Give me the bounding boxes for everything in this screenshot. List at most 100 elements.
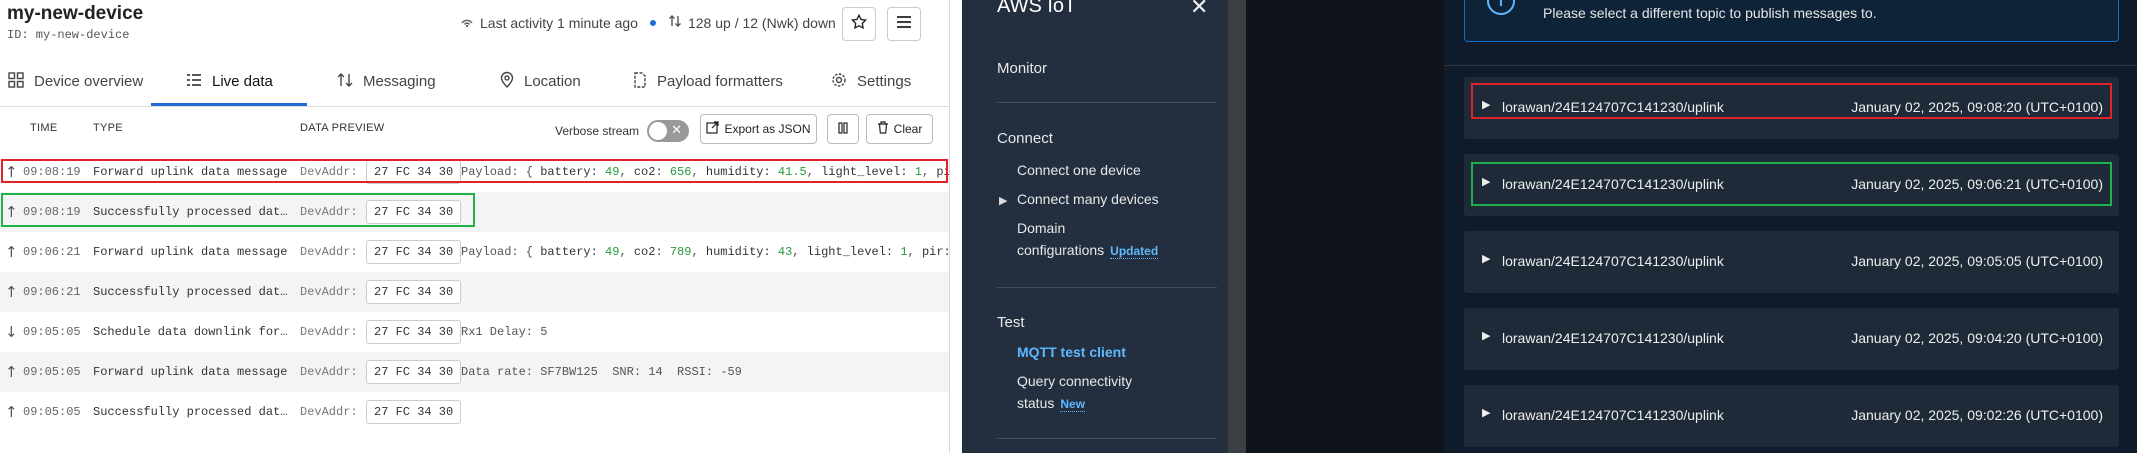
signal-icon bbox=[460, 15, 474, 31]
uplink-arrow-icon: ↑ bbox=[5, 363, 18, 381]
mqtt-message-item[interactable]: ▶ lorawan/24E124707C141230/uplink Januar… bbox=[1464, 77, 2119, 139]
info-alert: i Please select a different topic to pub… bbox=[1464, 0, 2119, 42]
menu-button[interactable] bbox=[887, 7, 921, 41]
column-header-time: TIME bbox=[30, 122, 58, 134]
active-tab-indicator bbox=[151, 103, 307, 106]
caret-right-icon: ▶ bbox=[1482, 253, 1491, 265]
tab-label: Device overview bbox=[34, 73, 144, 90]
nav-monitor[interactable]: Monitor bbox=[997, 60, 1047, 77]
devaddr-label: DevAddr: bbox=[300, 245, 358, 259]
tab-messaging[interactable]: Messaging bbox=[337, 57, 436, 106]
divider bbox=[1444, 65, 2137, 66]
gear-icon bbox=[831, 72, 847, 92]
close-icon: ✕ bbox=[671, 122, 683, 137]
highlight-box-green bbox=[1471, 162, 2112, 206]
uplink-arrow-icon: ↑ bbox=[5, 283, 18, 301]
devaddr-label: DevAddr: bbox=[300, 285, 358, 299]
pause-icon bbox=[837, 121, 849, 137]
verbose-toggle[interactable]: ✕ bbox=[647, 120, 690, 142]
nav-domain-configurations[interactable]: Domain configurations Updated bbox=[1017, 217, 1167, 262]
uplink-arrow-icon: ↑ bbox=[5, 243, 18, 261]
tab-label: Messaging bbox=[363, 73, 436, 90]
highlight-box-green bbox=[1, 193, 475, 227]
nav-label: Domain configurations bbox=[1017, 220, 1105, 258]
nav-section-test: Test bbox=[997, 314, 1025, 331]
row-type: Forward uplink data message bbox=[93, 365, 288, 379]
star-icon bbox=[850, 13, 868, 36]
close-icon[interactable]: ✕ bbox=[1190, 0, 1208, 20]
column-header-preview: DATA PREVIEW bbox=[300, 122, 385, 134]
mqtt-message-item[interactable]: ▶ lorawan/24E124707C141230/uplink Januar… bbox=[1464, 308, 2119, 370]
mqtt-message-item[interactable]: ▶ lorawan/24E124707C141230/uplink Januar… bbox=[1464, 385, 2119, 447]
message-topic: lorawan/24E124707C141230/uplink bbox=[1502, 407, 1724, 423]
star-button[interactable] bbox=[842, 7, 876, 41]
traffic-count: 128 up / 12 (Nwk) down bbox=[687, 14, 836, 31]
row-time: 09:06:21 bbox=[23, 285, 81, 299]
mqtt-message-item[interactable]: ▶ lorawan/24E124707C141230/uplink Januar… bbox=[1464, 154, 2119, 216]
nav-query-connectivity-status[interactable]: Query connectivity status New bbox=[1017, 370, 1167, 415]
devaddr-value: 27 FC 34 30 bbox=[366, 280, 462, 304]
highlight-box-red bbox=[1, 159, 948, 183]
nav-mqtt-test-client[interactable]: MQTT test client bbox=[1017, 341, 1217, 363]
updown-icon bbox=[668, 14, 682, 31]
caret-right-icon: ▶ bbox=[1482, 330, 1491, 342]
export-json-button[interactable]: Export as JSON bbox=[700, 114, 817, 144]
message-timestamp: January 02, 2025, 09:05:05 (UTC+0100) bbox=[1851, 253, 2103, 269]
devaddr-label: DevAddr: bbox=[300, 325, 358, 339]
devaddr-value: 27 FC 34 30 bbox=[366, 320, 462, 344]
pin-icon bbox=[500, 71, 514, 92]
info-text: Please select a different topic to publi… bbox=[1543, 5, 1877, 21]
tab-location[interactable]: Location bbox=[500, 57, 581, 106]
row-time: 09:05:05 bbox=[23, 365, 81, 379]
tab-label: Settings bbox=[857, 73, 912, 90]
table-row[interactable]: ↑ 09:06:21 Forward uplink data message D… bbox=[0, 232, 949, 272]
nav-divider bbox=[997, 438, 1217, 439]
table-row[interactable]: ↑ 09:05:05 Forward uplink data message D… bbox=[0, 352, 949, 392]
clear-button[interactable]: Clear bbox=[866, 114, 933, 144]
device-tabs: Device overview Live data Messaging Loca… bbox=[0, 57, 949, 107]
devaddr-value: 27 FC 34 30 bbox=[366, 240, 462, 264]
updown-icon bbox=[337, 72, 353, 92]
message-timestamp: January 02, 2025, 09:02:26 (UTC+0100) bbox=[1851, 407, 2103, 423]
tab-payload-formatters[interactable]: Payload formatters bbox=[633, 57, 783, 106]
uplink-arrow-icon: ↑ bbox=[5, 403, 18, 421]
table-row[interactable]: ↑ 09:05:05 Successfully processed dat… D… bbox=[0, 392, 949, 432]
tab-live-data[interactable]: Live data bbox=[186, 57, 273, 106]
export-label: Export as JSON bbox=[724, 122, 811, 136]
row-extra: Data rate: SF7BW125 SNR: 14 RSSI: -59 bbox=[461, 365, 742, 379]
row-extra: Rx1 Delay: 5 bbox=[461, 325, 548, 339]
devaddr-value: 27 FC 34 30 bbox=[366, 360, 462, 384]
trash-icon bbox=[877, 121, 889, 137]
tab-label: Payload formatters bbox=[657, 73, 783, 90]
verbose-stream-control: Verbose stream ✕ bbox=[555, 120, 690, 142]
aws-iot-sidebar: AWS IoT ✕ Monitor Connect Connect one de… bbox=[962, 0, 1228, 453]
nav-connect-many-devices[interactable]: Connect many devices bbox=[1017, 188, 1217, 210]
verbose-label: Verbose stream bbox=[555, 124, 640, 138]
column-header-type: TYPE bbox=[93, 122, 123, 134]
tab-label: Live data bbox=[212, 73, 273, 90]
pause-button[interactable] bbox=[827, 114, 859, 144]
caret-right-icon: ▶ bbox=[999, 195, 1008, 207]
row-time: 09:05:05 bbox=[23, 325, 81, 339]
table-row[interactable]: ↑ 09:06:21 Successfully processed dat… D… bbox=[0, 272, 949, 312]
window-divider bbox=[1228, 0, 1246, 453]
table-row[interactable]: ↓ 09:05:05 Schedule data downlink for… D… bbox=[0, 312, 949, 352]
updated-badge: Updated bbox=[1110, 244, 1159, 259]
highlight-box-red bbox=[1471, 83, 2112, 119]
row-time: 09:06:21 bbox=[23, 245, 81, 259]
nav-divider bbox=[997, 287, 1217, 288]
message-topic: lorawan/24E124707C141230/uplink bbox=[1502, 330, 1724, 346]
tab-label: Location bbox=[524, 73, 581, 90]
message-topic: lorawan/24E124707C141230/uplink bbox=[1502, 253, 1724, 269]
activity-status: Last activity 1 minute ago 128 up / 12 (… bbox=[460, 14, 836, 31]
hamburger-icon bbox=[896, 15, 912, 34]
nav-connect-one-device[interactable]: Connect one device bbox=[1017, 159, 1217, 181]
row-type: Forward uplink data message bbox=[93, 245, 288, 259]
mqtt-message-item[interactable]: ▶ lorawan/24E124707C141230/uplink Januar… bbox=[1464, 231, 2119, 293]
tab-device-overview[interactable]: Device overview bbox=[8, 57, 143, 106]
tab-settings[interactable]: Settings bbox=[831, 57, 911, 106]
ttn-console-panel: my-new-device ID: my-new-device Last act… bbox=[0, 0, 950, 453]
device-name: my-new-device bbox=[7, 3, 144, 24]
mqtt-test-client-panel: i Please select a different topic to pub… bbox=[1246, 0, 2137, 453]
row-time: 09:05:05 bbox=[23, 405, 81, 419]
